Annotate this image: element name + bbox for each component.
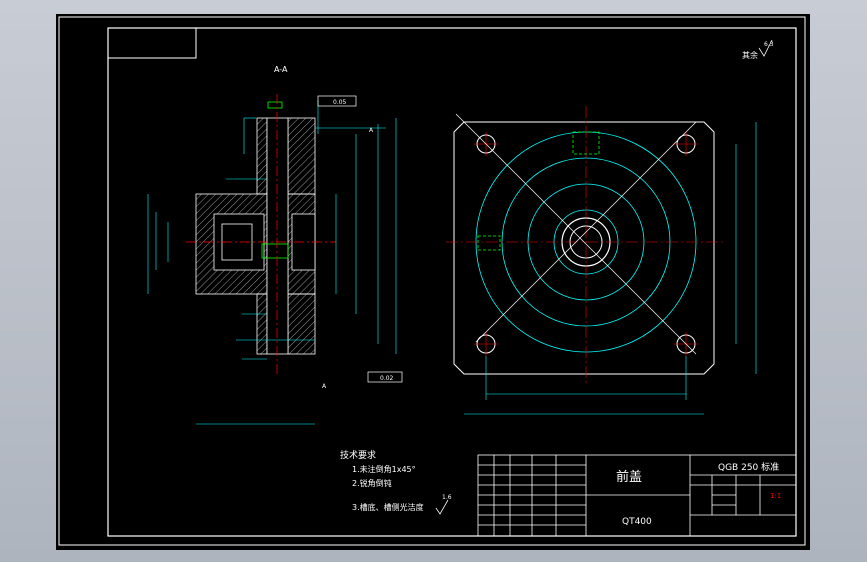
requirement-item-1: 1.未注倒角1x45° [352,464,416,474]
drawing-canvas[interactable]: A-A 其余 6.3 0.05 0.02 A A 技术要求 1.未注倒角1x45… [56,14,810,550]
roughness-other-value: 6.3 [764,41,774,48]
outer-border [58,16,806,546]
part-name: 前盖 [616,469,642,485]
datum-a-bottom: A [322,383,327,390]
cad-viewport: A-A 其余 6.3 0.05 0.02 A A 技术要求 1.未注倒角1x45… [0,0,867,562]
roughness-symbol-small [435,499,449,515]
requirement-item-3-value: 1.6 [442,494,452,501]
tolerance-value-2: 0.02 [380,375,394,382]
section-view: 0.05 0.02 A A [147,94,403,425]
requirements-title: 技术要求 [340,449,376,461]
roughness-other-label: 其余 [742,50,758,60]
material: QT400 [622,517,652,527]
requirement-item-2: 2.锐角倒钝 [352,478,392,488]
plan-view [446,106,757,415]
technical-requirements: 技术要求 1.未注倒角1x45° 2.锐角倒钝 3.槽底、槽侧光洁度 1.6 [340,449,452,515]
drawing-svg: A-A 其余 6.3 0.05 0.02 A A 技术要求 1.未注倒角1x45… [58,16,806,546]
corner-box [107,27,197,59]
tolerance-value-1: 0.05 [333,99,347,106]
project-title: QGB 250 标准 [718,461,779,473]
scale-value: 1:1 [770,492,781,500]
requirement-item-3: 3.槽底、槽侧光洁度 [352,502,424,512]
section-label: A-A [274,65,288,74]
